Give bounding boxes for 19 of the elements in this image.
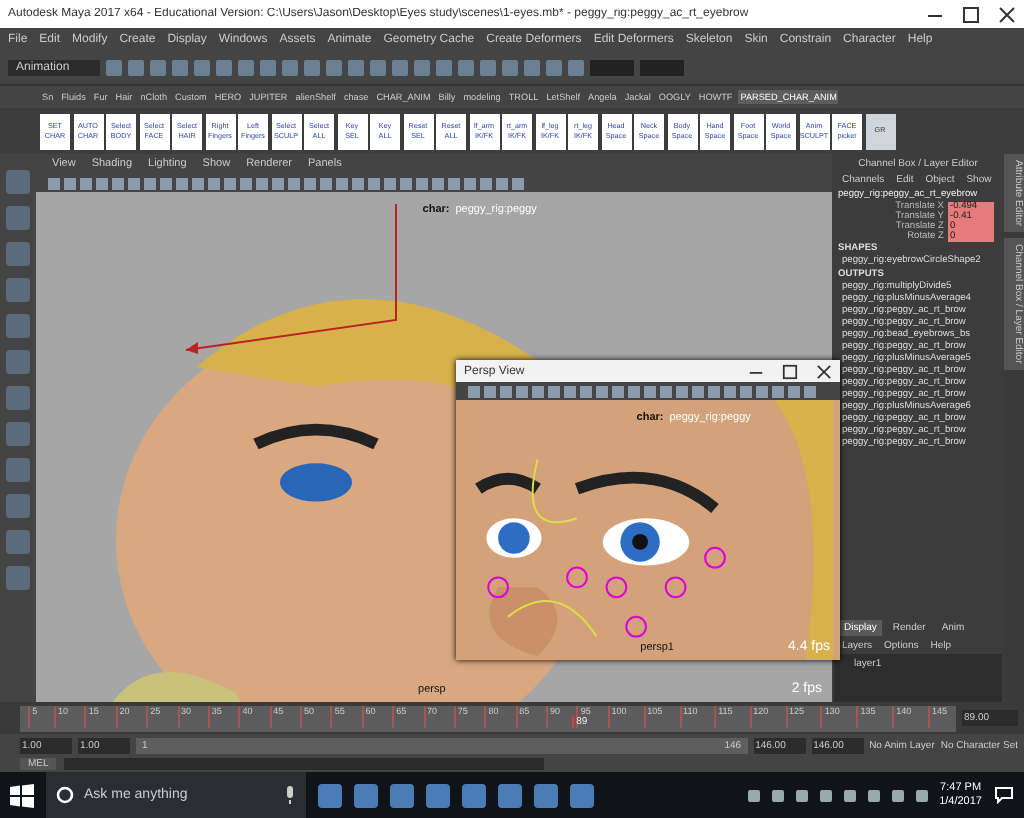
cortana-circle-icon <box>56 786 74 804</box>
input-field[interactable] <box>590 60 634 76</box>
start-icon[interactable] <box>10 783 34 807</box>
taskbar-app-icon[interactable] <box>534 783 558 807</box>
taskbar-app-icon[interactable] <box>354 783 378 807</box>
taskbar-app-icon[interactable] <box>318 783 342 807</box>
taskbar-app-icon[interactable] <box>462 783 486 807</box>
maximize-icon[interactable] <box>782 363 798 379</box>
taskbar-app-icon[interactable] <box>498 783 522 807</box>
command-field[interactable] <box>64 758 545 770</box>
taskbar-app-icon[interactable] <box>426 783 450 807</box>
taskbar-app-icon[interactable] <box>570 783 594 807</box>
taskbar-app-icon[interactable] <box>390 783 414 807</box>
microphone-icon[interactable] <box>284 786 296 804</box>
maximize-icon[interactable] <box>962 5 980 23</box>
notification-icon[interactable] <box>994 786 1014 804</box>
close-icon[interactable] <box>998 5 1016 23</box>
close-icon[interactable] <box>816 363 832 379</box>
input-field[interactable] <box>640 60 684 76</box>
